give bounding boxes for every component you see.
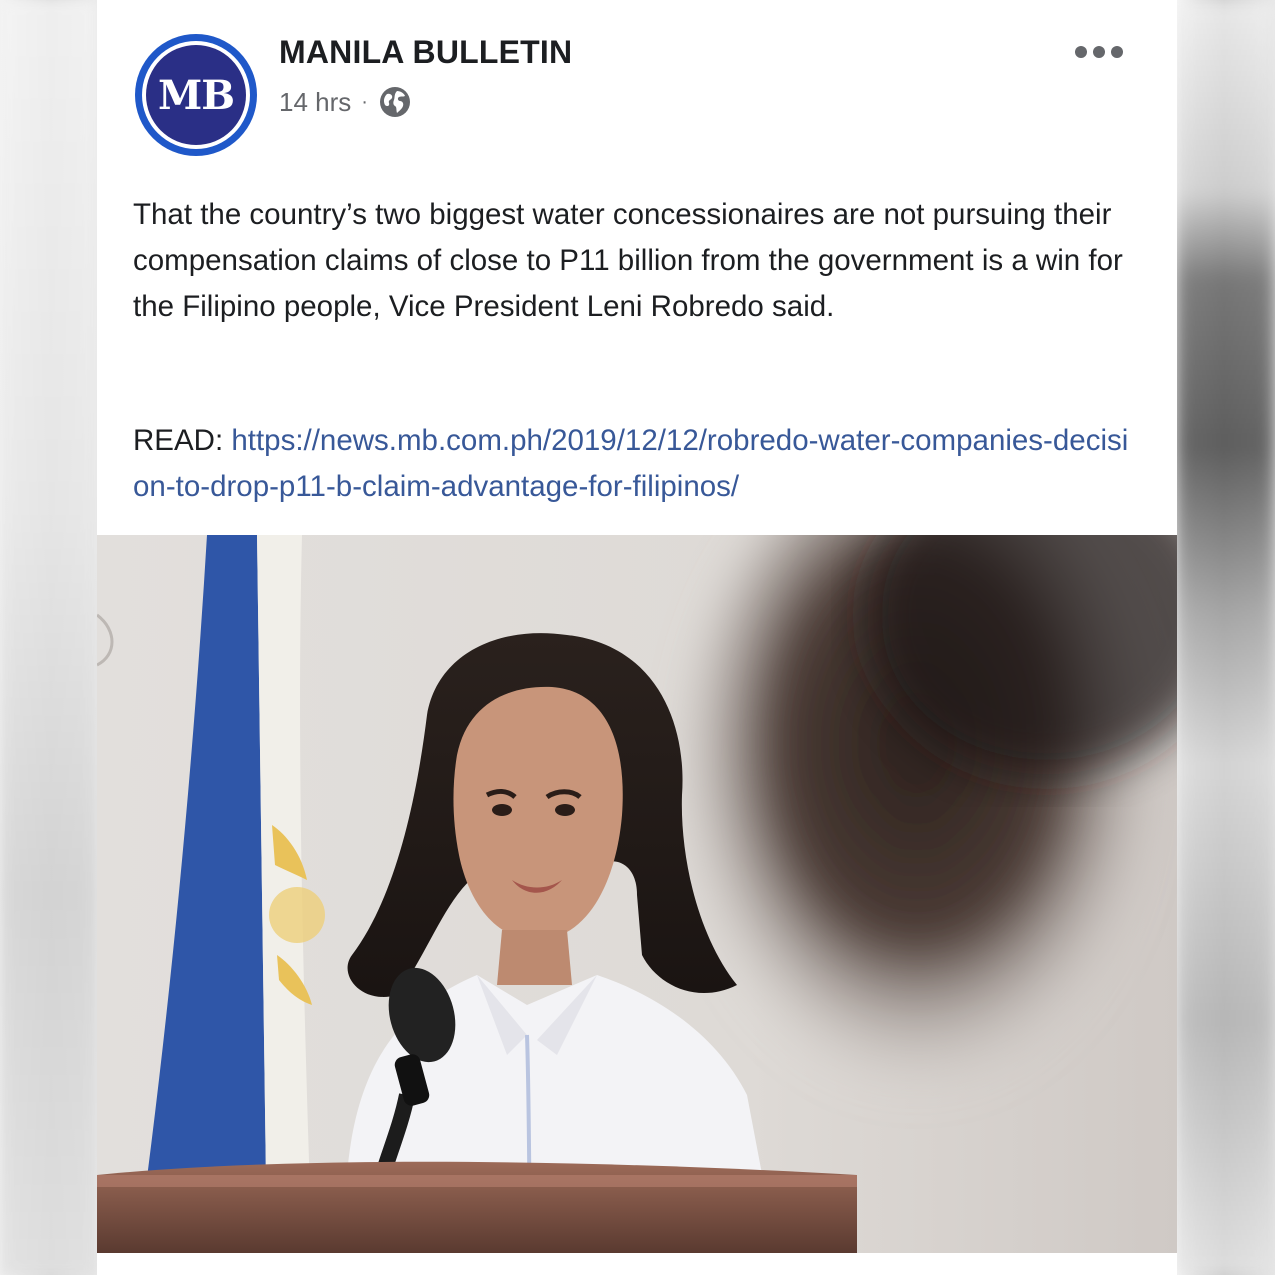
post-body: That the country’s two biggest water con… [133, 192, 1143, 330]
globe-icon [378, 85, 412, 119]
read-more-block: READ: https://news.mb.com.ph/2019/12/12/… [133, 418, 1143, 510]
more-dot [1111, 46, 1123, 58]
more-dot [1075, 46, 1087, 58]
article-link[interactable]: https://news.mb.com.ph/2019/12/12/robred… [133, 424, 1128, 503]
post-photo[interactable] [97, 535, 1177, 1253]
background-left-blur [0, 0, 97, 1275]
post-timestamp[interactable]: 14 hrs [279, 87, 351, 118]
more-options-button[interactable] [1075, 46, 1123, 58]
meta-separator: · [361, 90, 368, 113]
post-meta: 14 hrs · [279, 84, 412, 120]
post-body-text: That the country’s two biggest water con… [133, 198, 1123, 323]
avatar-logo: MB [146, 45, 246, 145]
post-card: MB MANILA BULLETIN 14 hrs · That the cou… [97, 0, 1177, 1275]
page-name-link[interactable]: MANILA BULLETIN [279, 34, 572, 71]
background-right-blur [1175, 0, 1275, 1275]
read-label: READ: [133, 424, 224, 457]
page-avatar[interactable]: MB [135, 34, 257, 156]
avatar-ring: MB [142, 41, 250, 149]
post-footer-strip [97, 1253, 1177, 1275]
more-dot [1093, 46, 1105, 58]
